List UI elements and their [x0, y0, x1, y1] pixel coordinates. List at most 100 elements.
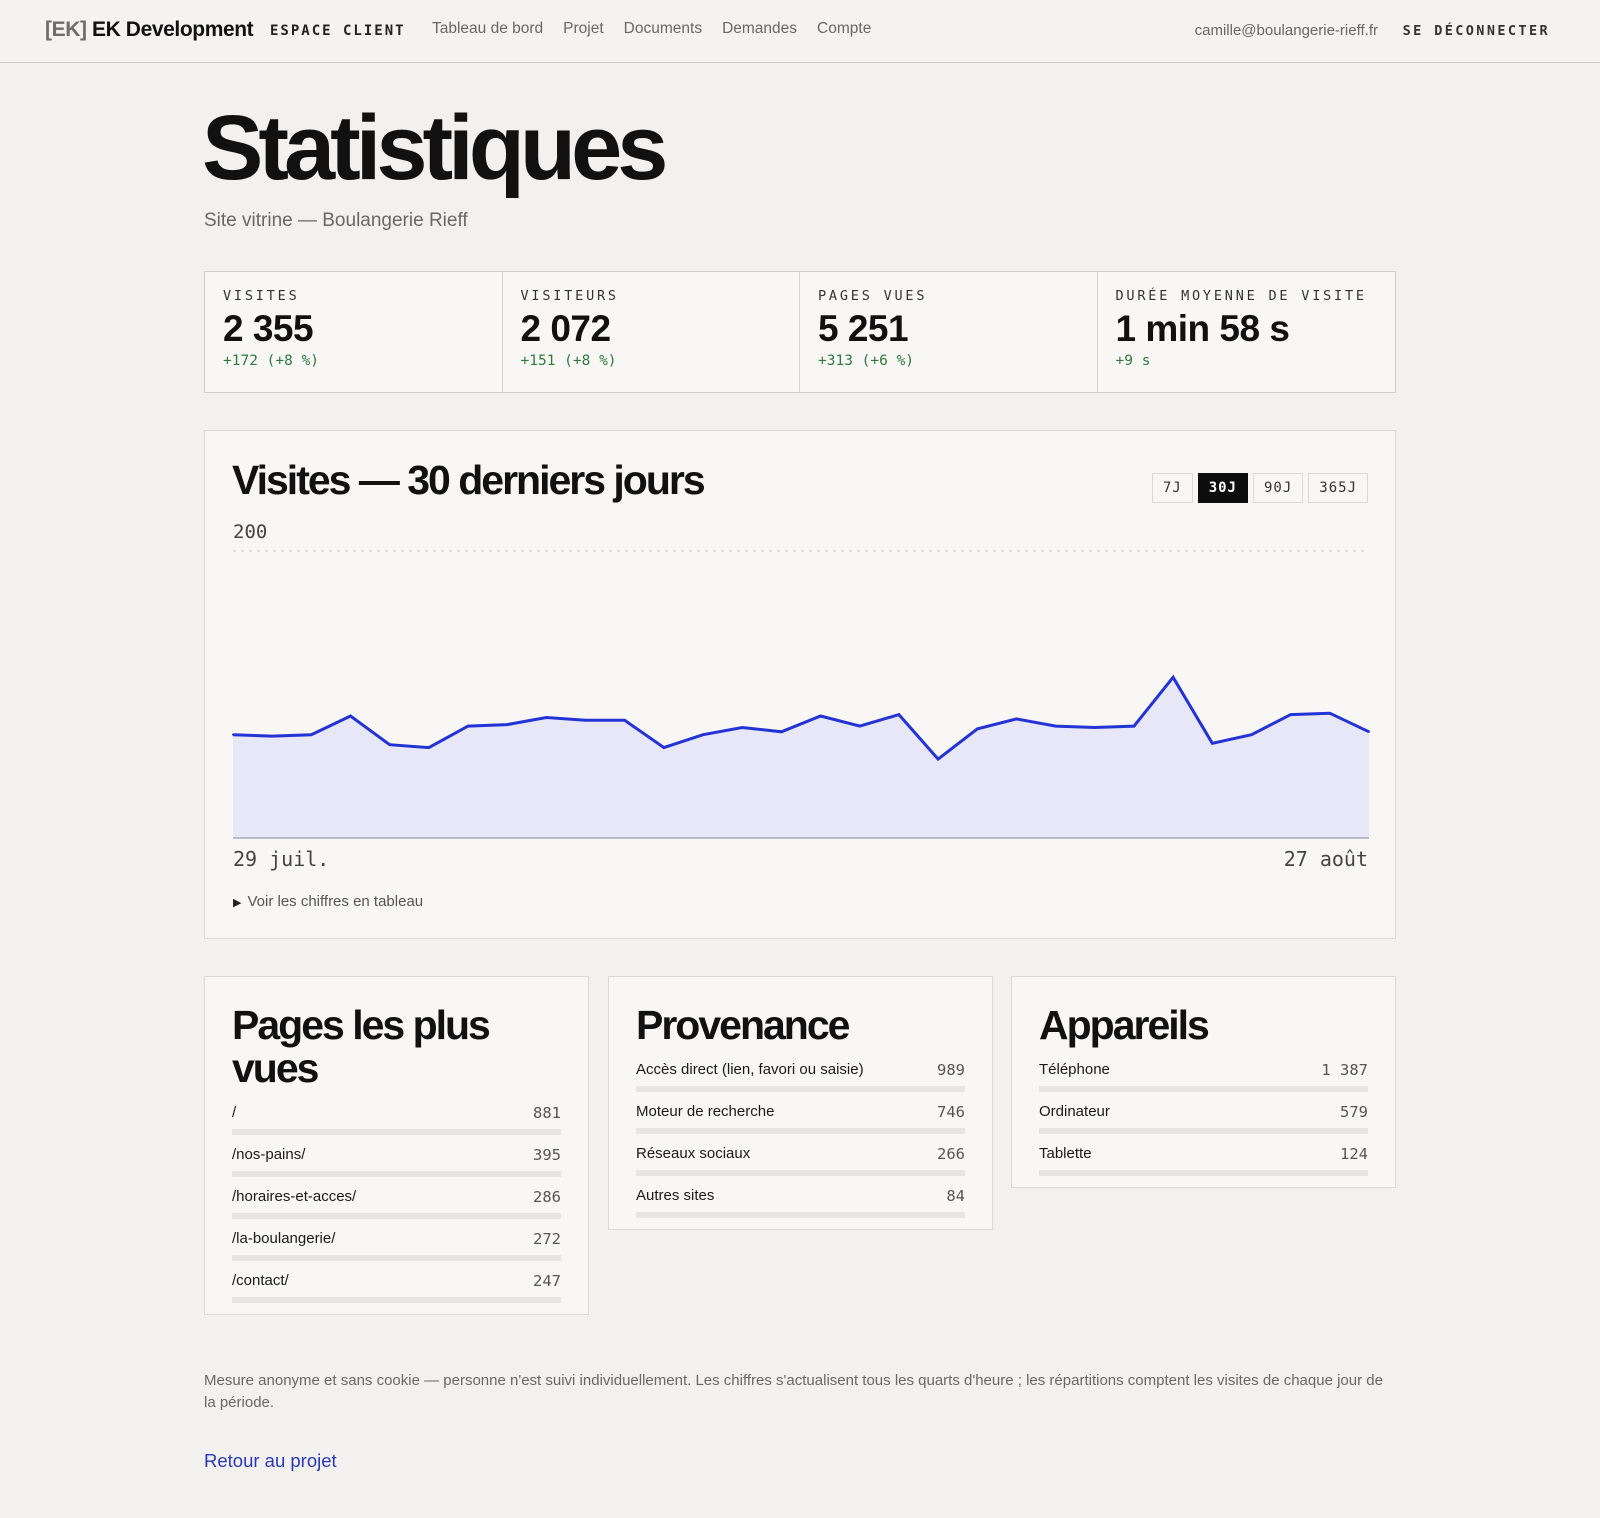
data-point — [819, 715, 822, 718]
data-point — [1015, 717, 1018, 720]
list-item-value: 272 — [533, 1230, 561, 1249]
list-item-value: 286 — [533, 1188, 561, 1207]
kpi-delta: +9 s — [1115, 353, 1151, 369]
back-to-project-link[interactable]: Retour au projet — [204, 1450, 337, 1472]
kpi-summary: VISITES 2 355 +172 (+8 %) VISITEURS 2 07… — [204, 271, 1396, 393]
panel-title: Pages les plus vues — [232, 1002, 491, 1092]
top-pages-panel: Pages les plus vues / 881/nos-pains/395/h… — [204, 976, 589, 1316]
list-item-label: /la-boulangerie/ — [232, 1230, 336, 1248]
main-nav: Tableau de bord Projet Documents Demande… — [432, 20, 871, 38]
top-navigation-bar: [EK] EK Development ESPACE CLIENT Tablea… — [0, 0, 1600, 63]
data-point — [662, 746, 665, 749]
kpi-label: PAGES VUES — [818, 288, 928, 304]
list-item-value: 1 387 — [1321, 1061, 1368, 1080]
list-item-label: Téléphone — [1039, 1061, 1110, 1079]
disclosure-triangle-icon: ▶ — [233, 897, 242, 909]
data-point — [1132, 725, 1135, 728]
list-item-bar — [1039, 1128, 1368, 1135]
data-point — [976, 727, 979, 730]
panel-title: Appareils — [1039, 1002, 1210, 1048]
list-item-label: Moteur de recherche — [636, 1103, 775, 1121]
list-item-bar — [636, 1212, 965, 1219]
brand-name: EK Development — [92, 18, 254, 41]
list-item-bar — [1039, 1170, 1368, 1177]
list-item-label: Accès direct (lien, favori ou saisie) — [636, 1061, 864, 1079]
list-item-label: /horaires-et-acces/ — [232, 1188, 357, 1206]
list-item: /nos-pains/395 — [232, 1146, 561, 1188]
list-item: Réseaux sociaux 266 — [636, 1145, 965, 1187]
list-item-label: Tablette — [1039, 1145, 1092, 1163]
data-point — [1328, 712, 1331, 715]
kpi-value: 1 min 58 s — [1115, 308, 1290, 349]
page-title: Statistiques — [202, 97, 668, 199]
nav-link-demandes[interactable]: Demandes — [722, 20, 797, 38]
data-point — [702, 733, 705, 736]
nav-link-tableau-de-bord[interactable]: Tableau de bord — [432, 20, 543, 38]
kpi-value: 5 251 — [818, 308, 909, 349]
list-item-value: 84 — [946, 1187, 965, 1206]
data-point — [545, 716, 548, 719]
data-point — [1289, 713, 1292, 716]
list-item-bar — [232, 1255, 561, 1262]
list-item-bar — [232, 1129, 561, 1136]
privacy-footnote: Mesure anonyme et sans cookie — personne… — [204, 1372, 1383, 1411]
data-point — [741, 726, 744, 729]
list-item: /contact/247 — [232, 1272, 561, 1314]
kpi-delta: +313 (+6 %) — [818, 353, 915, 369]
list-item-bar — [232, 1213, 561, 1220]
list-item: Téléphone 1 387 — [1039, 1061, 1368, 1103]
x-axis-end-label: 27 août — [1283, 847, 1368, 871]
list-item: /la-boulangerie/272 — [232, 1230, 561, 1272]
list-item-value: 124 — [1340, 1145, 1368, 1164]
list-item-label: / — [232, 1104, 237, 1122]
data-point — [897, 713, 900, 716]
list-item: Ordinateur 579 — [1039, 1103, 1368, 1145]
kpi-label: DURÉE MOYENNE DE VISITE — [1115, 288, 1367, 304]
list-item-label: Autres sites — [636, 1187, 715, 1205]
list-item: Accès direct (lien, favori ou saisie) 989 — [636, 1061, 965, 1103]
data-point — [271, 735, 274, 738]
list-item-label: /contact/ — [232, 1272, 289, 1290]
list-item-label: Réseaux sociaux — [636, 1145, 751, 1163]
devices-panel: Appareils Téléphone 1 387 Ordinateur 579 Tab… — [1011, 976, 1396, 1189]
list-item-value: 746 — [937, 1103, 965, 1122]
kpi-delta: +172 (+8 %) — [223, 353, 320, 369]
list-item-bar — [636, 1170, 965, 1177]
list-item: / 881 — [232, 1104, 561, 1146]
kpi-label: VISITES — [223, 288, 300, 304]
data-point — [1250, 733, 1253, 736]
list-item-bar — [232, 1171, 561, 1178]
data-point — [427, 746, 430, 749]
list-item-bar — [636, 1128, 965, 1135]
data-point — [467, 725, 470, 728]
list-item-label: Ordinateur — [1039, 1103, 1110, 1121]
data-point — [232, 733, 234, 736]
visits-chart-card: Visites — 30 derniers jours 7J 30J 90J 3… — [204, 430, 1396, 939]
brand-logo[interactable]: [EK] EK Development — [45, 18, 254, 42]
kpi-pages-vues: PAGES VUES 5 251 +313 (+6 %) — [800, 272, 1098, 392]
data-point — [858, 725, 861, 728]
data-point — [1054, 725, 1057, 728]
provenance-list: Accès direct (lien, favori ou saisie) 989… — [636, 1061, 965, 1229]
data-point — [506, 723, 509, 726]
nav-link-projet[interactable]: Projet — [563, 20, 604, 38]
user-email: camille@boulangerie-rieff.fr — [1194, 22, 1378, 39]
nav-link-compte[interactable]: Compte — [817, 20, 871, 38]
list-item: Tablette 124 — [1039, 1145, 1368, 1187]
logout-button[interactable]: SE DÉCONNECTER — [1403, 23, 1550, 39]
table-details-toggle[interactable]: ▶ Voir les chiffres en tableau — [233, 893, 423, 910]
data-point — [780, 730, 783, 733]
data-point — [349, 715, 352, 718]
provenance-panel: Provenance Accès direct (lien, favori ou… — [608, 976, 993, 1231]
nav-link-documents[interactable]: Documents — [624, 20, 702, 38]
list-item: Autres sites 84 — [636, 1187, 965, 1229]
kpi-delta: +151 (+8 %) — [520, 353, 617, 369]
kpi-visiteurs: VISITEURS 2 072 +151 (+8 %) — [503, 272, 800, 392]
brand-bracket: [EK] — [45, 18, 87, 41]
visits-area-fill — [233, 677, 1369, 838]
data-point — [1368, 730, 1370, 733]
list-item-value: 579 — [1340, 1103, 1368, 1122]
devices-list: Téléphone 1 387 Ordinateur 579 Tablette 124 — [1039, 1061, 1368, 1187]
data-point — [1211, 742, 1214, 745]
data-point — [310, 733, 313, 736]
